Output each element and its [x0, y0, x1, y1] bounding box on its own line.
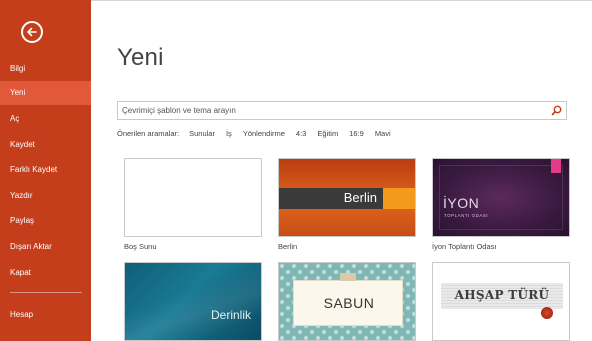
ahsap-seal-icon	[541, 307, 553, 319]
berlin-accent-block	[383, 188, 415, 209]
sabun-card-tab	[340, 273, 356, 281]
suggested-searches-label: Önerilen aramalar:	[117, 128, 180, 138]
backstage-sidebar: Bilgi Yeni Aç Kaydet Farklı Kaydet Yazdı…	[0, 0, 91, 341]
template-blank-presentation[interactable]	[124, 158, 262, 237]
template-berlin[interactable]: Berlin	[278, 158, 416, 237]
suggested-link-mavi[interactable]: Mavi	[375, 129, 391, 138]
template-name: Boş Sunu	[124, 242, 157, 251]
suggested-link-4-3[interactable]: 4:3	[296, 129, 306, 138]
template-iyon-meeting-room[interactable]: İYON TOPLANTI ODASI	[432, 158, 570, 237]
ahsap-wood-band: AHŞAP TÜRÜ	[441, 283, 563, 309]
suggested-link-16-9[interactable]: 16:9	[349, 129, 364, 138]
template-search-input[interactable]	[118, 102, 538, 119]
template-thumbnail-title: AHŞAP TÜRÜ	[454, 288, 550, 302]
suggested-searches: Önerilen aramalar: Sunular İş Yönlendirm…	[117, 127, 402, 139]
nav-item-kaydet[interactable]: Kaydet	[0, 133, 91, 157]
template-ahsap-turu[interactable]: AHŞAP TÜRÜ	[432, 262, 570, 341]
nav-item-farkli-kaydet[interactable]: Farklı Kaydet	[0, 158, 91, 182]
nav-item-bilgi[interactable]: Bilgi	[0, 57, 91, 81]
nav-item-kapat[interactable]: Kapat	[0, 261, 91, 285]
nav-item-hesap[interactable]: Hesap	[0, 303, 91, 327]
back-button[interactable]	[21, 21, 43, 43]
nav-item-paylas[interactable]: Paylaş	[0, 209, 91, 233]
nav-item-disari-aktar[interactable]: Dışarı Aktar	[0, 235, 91, 259]
suggested-link-yonlendirme[interactable]: Yönlendirme	[243, 129, 285, 138]
nav-item-ac[interactable]: Aç	[0, 107, 91, 131]
suggested-link-sunular[interactable]: Sunular	[189, 129, 215, 138]
page-title: Yeni	[117, 44, 164, 71]
nav-divider	[10, 292, 82, 293]
template-thumbnail-title: İYON	[443, 195, 480, 211]
template-derinlik[interactable]: Derinlik	[124, 262, 262, 341]
template-name: İyon Toplantı Odası	[432, 242, 497, 251]
top-divider	[91, 0, 592, 1]
back-arrow-circle-icon	[27, 27, 37, 37]
nav-item-yazdir[interactable]: Yazdır	[0, 184, 91, 208]
suggested-link-egitim[interactable]: Eğitim	[317, 129, 338, 138]
sabun-title-card: SABUN	[293, 280, 403, 326]
template-thumbnail-title: Berlin	[343, 190, 377, 205]
template-thumbnail-title: SABUN	[323, 295, 375, 311]
template-name: Berlin	[278, 242, 298, 251]
template-search-box	[117, 101, 567, 120]
iyon-accent-tag	[551, 159, 561, 173]
suggested-link-is[interactable]: İş	[226, 129, 232, 138]
template-thumbnail-title: Derinlik	[210, 308, 251, 322]
main-content: Yeni Önerilen aramalar: Sunular İş Yönle…	[91, 0, 592, 341]
nav-item-yeni[interactable]: Yeni	[0, 81, 91, 105]
template-sabun[interactable]: SABUN	[278, 262, 416, 341]
search-icon[interactable]	[551, 105, 562, 116]
template-thumbnail-subtitle: TOPLANTI ODASI	[444, 213, 489, 218]
derinlik-shading	[125, 263, 261, 340]
